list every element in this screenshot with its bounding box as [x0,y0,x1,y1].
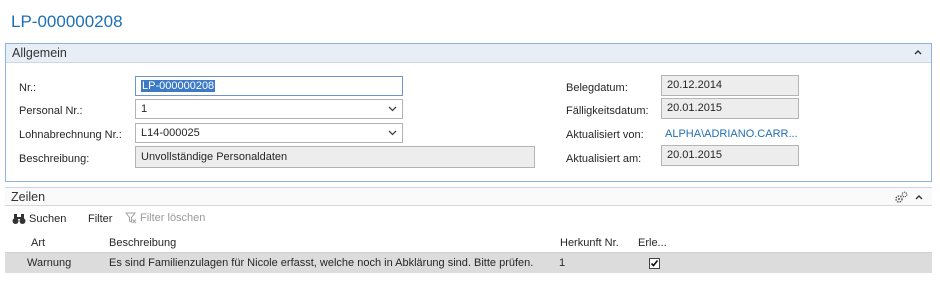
chevron-down-icon [388,106,397,112]
clear-filter-label: Filter löschen [140,212,206,224]
chevron-down-icon [388,130,397,136]
filter-button[interactable]: Filter [88,213,112,225]
lines-section-title: Zeilen [11,190,46,204]
lohnabrechnung-nr-value: L14-000025 [141,127,200,139]
general-section-header[interactable]: Allgemein [6,44,931,63]
belegdatum-label: Belegdatum: [566,82,628,94]
search-label: Suchen [29,213,67,225]
collapse-icon[interactable] [914,192,924,202]
aktualisiert-am-label: Aktualisiert am: [566,153,642,165]
checkmark-icon [650,260,659,267]
clear-filter-button[interactable]: Filter löschen [125,212,205,224]
lohnabrechnung-nr-dropdown[interactable]: L14-000025 [135,123,403,143]
aktualisiert-am-field[interactable]: 20.01.2015 [661,145,799,166]
aktualisiert-von-link[interactable]: ALPHA\ADRIANO.CARR... [665,128,798,140]
column-header-beschreibung[interactable]: Beschreibung [109,237,176,249]
aktualisiert-von-label: Aktualisiert von: [566,129,644,141]
column-header-herkunft-nr[interactable]: Herkunft Nr. [560,237,619,249]
lines-grid-header: Art Beschreibung Herkunft Nr. Erle... [5,234,932,253]
belegdatum-field[interactable]: 20.12.2014 [661,75,799,96]
row-herkunft-nr: 1 [559,257,566,269]
nr-value: LP-000000208 [141,80,216,92]
lohnabrechnung-nr-label: Lohnabrechnung Nr.: [19,129,122,141]
faelligkeitsdatum-label: Fälligkeitsdatum: [566,105,649,117]
page-title: LP-000000208 [11,12,123,31]
column-header-art[interactable]: Art [31,237,45,249]
faelligkeitsdatum-field[interactable]: 20.01.2015 [661,98,799,119]
filter-label: Filter [88,213,113,225]
personal-nr-label: Personal Nr.: [19,105,83,117]
binoculars-icon [12,214,26,224]
beschreibung-field[interactable]: Unvollständige Personaldaten [135,146,535,168]
general-section-title: Allgemein [12,46,67,60]
row-erledigt-checkbox[interactable] [649,258,660,269]
clear-filter-icon [125,212,137,224]
nr-label: Nr.: [19,82,37,94]
gears-icon[interactable] [894,191,908,204]
lines-section-header[interactable]: Zeilen [5,187,932,206]
personal-nr-dropdown[interactable]: 1 [135,99,403,119]
table-row[interactable]: Warnung Es sind Familienzulagen für Nico… [5,253,932,273]
beschreibung-label: Beschreibung: [19,153,90,165]
row-art: Warnung [27,257,72,269]
personal-nr-value: 1 [141,103,148,115]
nr-field[interactable]: LP-000000208 [135,76,403,96]
column-header-erledigt[interactable]: Erle... [638,237,667,249]
search-button[interactable]: Suchen [12,213,66,225]
collapse-icon[interactable] [913,47,923,57]
row-beschreibung: Es sind Familienzulagen für Nicole erfas… [109,257,534,269]
